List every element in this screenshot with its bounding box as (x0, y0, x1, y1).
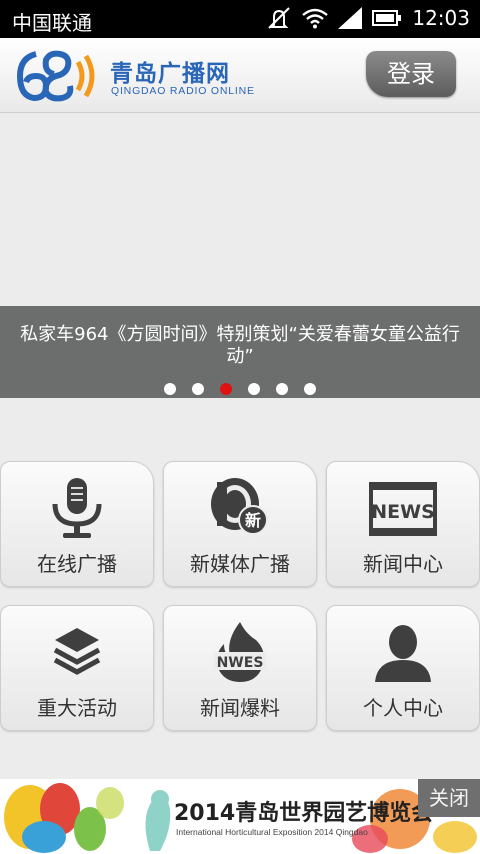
app-header: 青岛广播网 QINGDAO RADIO ONLINE 登录 (0, 38, 480, 113)
menu-new-media-radio[interactable]: 新 新媒体广播 (163, 461, 317, 587)
wifi-icon (302, 8, 329, 29)
ad-banner[interactable]: 2014青岛世界园艺博览会 International Horticultura… (0, 779, 480, 854)
carousel-dot[interactable] (276, 383, 288, 395)
menu-news-center[interactable]: NEWS 新闻中心 (326, 461, 480, 587)
menu-online-radio[interactable]: 在线广播 (0, 461, 154, 587)
menu-label: 新闻爆料 (200, 696, 280, 720)
banner-caption[interactable]: 私家车964《方圆时间》特别策划“关爱春蕾女童公益行动” (14, 324, 466, 368)
carousel-indicators (0, 380, 480, 399)
person-icon (375, 625, 431, 682)
menu-label: 在线广播 (37, 552, 117, 576)
flame-icon: NWES (214, 622, 266, 682)
login-button[interactable]: 登录 (366, 51, 456, 97)
logo-subtitle: QINGDAO RADIO ONLINE (111, 85, 255, 97)
news-icon: NEWS (369, 482, 437, 536)
ad-title: 2014青岛世界园艺博览会 (174, 801, 434, 826)
status-time: 12:03 (412, 6, 470, 30)
menu-news-tips[interactable]: NWES 新闻爆料 (163, 605, 317, 731)
menu-major-events[interactable]: 重大活动 (0, 605, 154, 731)
logo-title: 青岛广播网 (110, 61, 230, 87)
banner-caption-bar: 私家车964《方圆时间》特别策划“关爱春蕾女童公益行动” (0, 306, 480, 398)
mute-icon (268, 7, 291, 29)
new-media-icon: 新 (211, 478, 268, 535)
ad-subtitle: International Horticultural Exposition 2… (176, 827, 368, 837)
menu-personal-center[interactable]: 个人中心 (326, 605, 480, 731)
menu-label: 个人中心 (363, 696, 443, 720)
status-bar: 中国联通 12:03 (0, 0, 480, 38)
menu-label: 重大活动 (37, 696, 117, 720)
carousel-dot[interactable] (164, 383, 176, 395)
carousel-dot-active[interactable] (220, 383, 232, 395)
menu-label: 新闻中心 (363, 552, 443, 576)
carousel-dot[interactable] (192, 383, 204, 395)
status-icons: 12:03 (266, 6, 470, 30)
battery-icon (372, 10, 402, 26)
carousel-dot[interactable] (304, 383, 316, 395)
carrier-name: 中国联通 (12, 11, 92, 35)
news-word: NEWS (371, 501, 435, 523)
logo-icon (16, 50, 95, 102)
menu-label: 新媒体广播 (190, 552, 290, 576)
signal-icon (338, 7, 363, 29)
flame-word: NWES (217, 655, 264, 671)
close-ad-button[interactable]: 关闭 (418, 779, 480, 817)
layers-icon (53, 628, 101, 675)
new-badge: 新 (245, 511, 261, 530)
microphone-icon (52, 478, 102, 538)
carousel-dot[interactable] (248, 383, 260, 395)
